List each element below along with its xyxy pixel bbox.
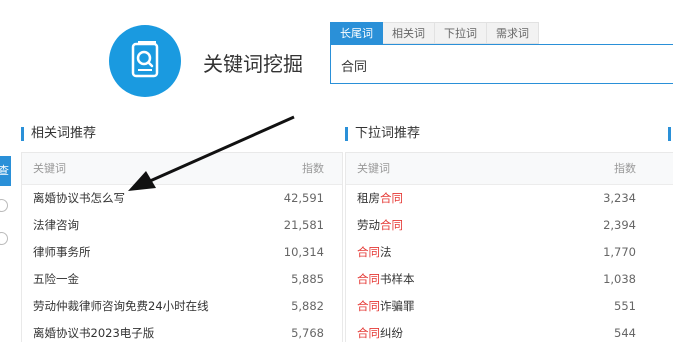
tab-dropdown[interactable]: 下拉词 — [435, 22, 487, 44]
keyword-cell[interactable]: 律师事务所 — [33, 239, 91, 266]
keyword-highlight: 合同 — [357, 299, 380, 313]
column-header-index: 指数 — [614, 162, 636, 175]
side-tab[interactable]: 查 — [0, 156, 11, 186]
app-title: 关键词挖掘 — [203, 52, 303, 76]
tab-related[interactable]: 相关词 — [383, 22, 435, 44]
side-circle-icon[interactable] — [0, 199, 8, 212]
keyword-cell[interactable]: 法律咨询 — [33, 212, 79, 239]
keyword-suffix: 诈骗罪 — [380, 299, 415, 313]
column-header-keyword: 关键词 — [33, 162, 66, 175]
keyword-cell[interactable]: 离婚协议书2023电子版 — [33, 320, 154, 347]
column-header-keyword: 关键词 — [357, 162, 390, 175]
keyword-cell[interactable]: 合同法 — [357, 239, 392, 266]
search-value: 合同 — [341, 60, 368, 75]
magnifier-document-icon — [131, 41, 159, 78]
keyword-cell[interactable]: 劳动合同 — [357, 212, 403, 239]
index-cell: 42,591 — [283, 191, 324, 205]
index-cell: 1,770 — [603, 245, 636, 259]
keyword-highlight: 合同 — [380, 218, 403, 232]
index-cell: 3,234 — [603, 191, 636, 205]
index-cell: 2,394 — [603, 218, 636, 232]
app-logo — [109, 25, 181, 97]
keyword-cell[interactable]: 五险一金 — [33, 266, 79, 293]
table-row[interactable]: 劳动仲裁律师咨询免费24小时在线 5,882 — [22, 293, 342, 320]
tab-demand[interactable]: 需求词 — [487, 22, 539, 44]
table-row[interactable]: 离婚协议书怎么写 42,591 — [22, 185, 342, 212]
table-header: 关键词 指数 — [346, 153, 673, 185]
index-cell: 10,314 — [283, 245, 324, 259]
table-row[interactable]: 离婚协议书2023电子版 5,768 — [22, 320, 342, 347]
keyword-cell[interactable]: 合同纠纷 — [357, 320, 403, 347]
search-tabs: 长尾词 相关词 下拉词 需求词 — [330, 22, 539, 44]
index-cell: 21,581 — [283, 218, 324, 232]
table-row[interactable]: 合同法 1,770 — [346, 239, 673, 266]
keyword-highlight: 合同 — [380, 191, 403, 205]
keyword-cell[interactable]: 离婚协议书怎么写 — [33, 185, 125, 212]
keyword-cell[interactable]: 合同诈骗罪 — [357, 293, 415, 320]
keyword-suffix: 书样本 — [380, 272, 415, 286]
keyword-suffix: 法 — [380, 245, 392, 259]
keyword-suffix: 纠纷 — [380, 326, 403, 340]
table-row[interactable]: 五险一金 5,885 — [22, 266, 342, 293]
column-header-index: 指数 — [302, 162, 324, 175]
index-cell: 5,885 — [291, 272, 324, 286]
table-header: 关键词 指数 — [22, 153, 342, 185]
keyword-prefix: 劳动 — [357, 218, 380, 232]
table-row[interactable]: 合同纠纷 544 — [346, 320, 673, 347]
keyword-highlight: 合同 — [357, 272, 380, 286]
table-row[interactable]: 劳动合同 2,394 — [346, 212, 673, 239]
index-cell: 5,768 — [291, 326, 324, 340]
table-row[interactable]: 合同书样本 1,038 — [346, 266, 673, 293]
keyword-cell[interactable]: 合同书样本 — [357, 266, 415, 293]
keyword-cell[interactable]: 劳动仲裁律师咨询免费24小时在线 — [33, 293, 209, 320]
index-cell: 1,038 — [603, 272, 636, 286]
index-cell: 551 — [614, 299, 636, 313]
related-table: 关键词 指数 离婚协议书怎么写 42,591 法律咨询 21,581 律师事务所 10… — [21, 152, 343, 342]
index-cell: 5,882 — [291, 299, 324, 313]
table-row[interactable]: 合同诈骗罪 551 — [346, 293, 673, 320]
dropdown-section-title: 下拉词推荐 — [345, 127, 420, 141]
keyword-cell[interactable]: 租房合同 — [357, 185, 403, 212]
table-row[interactable]: 法律咨询 21,581 — [22, 212, 342, 239]
keyword-highlight: 合同 — [357, 245, 380, 259]
search-input[interactable]: 合同 — [330, 44, 673, 84]
tab-longtail[interactable]: 长尾词 — [330, 22, 383, 44]
keyword-highlight: 合同 — [357, 326, 380, 340]
related-section-title: 相关词推荐 — [21, 127, 96, 141]
dropdown-table: 关键词 指数 租房合同 3,234 劳动合同 2,394 合同法 1,770 合同书样… — [345, 152, 673, 342]
keyword-prefix: 租房 — [357, 191, 380, 205]
side-search-icon[interactable] — [0, 232, 8, 245]
table-row[interactable]: 租房合同 3,234 — [346, 185, 673, 212]
table-row[interactable]: 律师事务所 10,314 — [22, 239, 342, 266]
index-cell: 544 — [614, 326, 636, 340]
section-title-marker — [668, 127, 671, 141]
